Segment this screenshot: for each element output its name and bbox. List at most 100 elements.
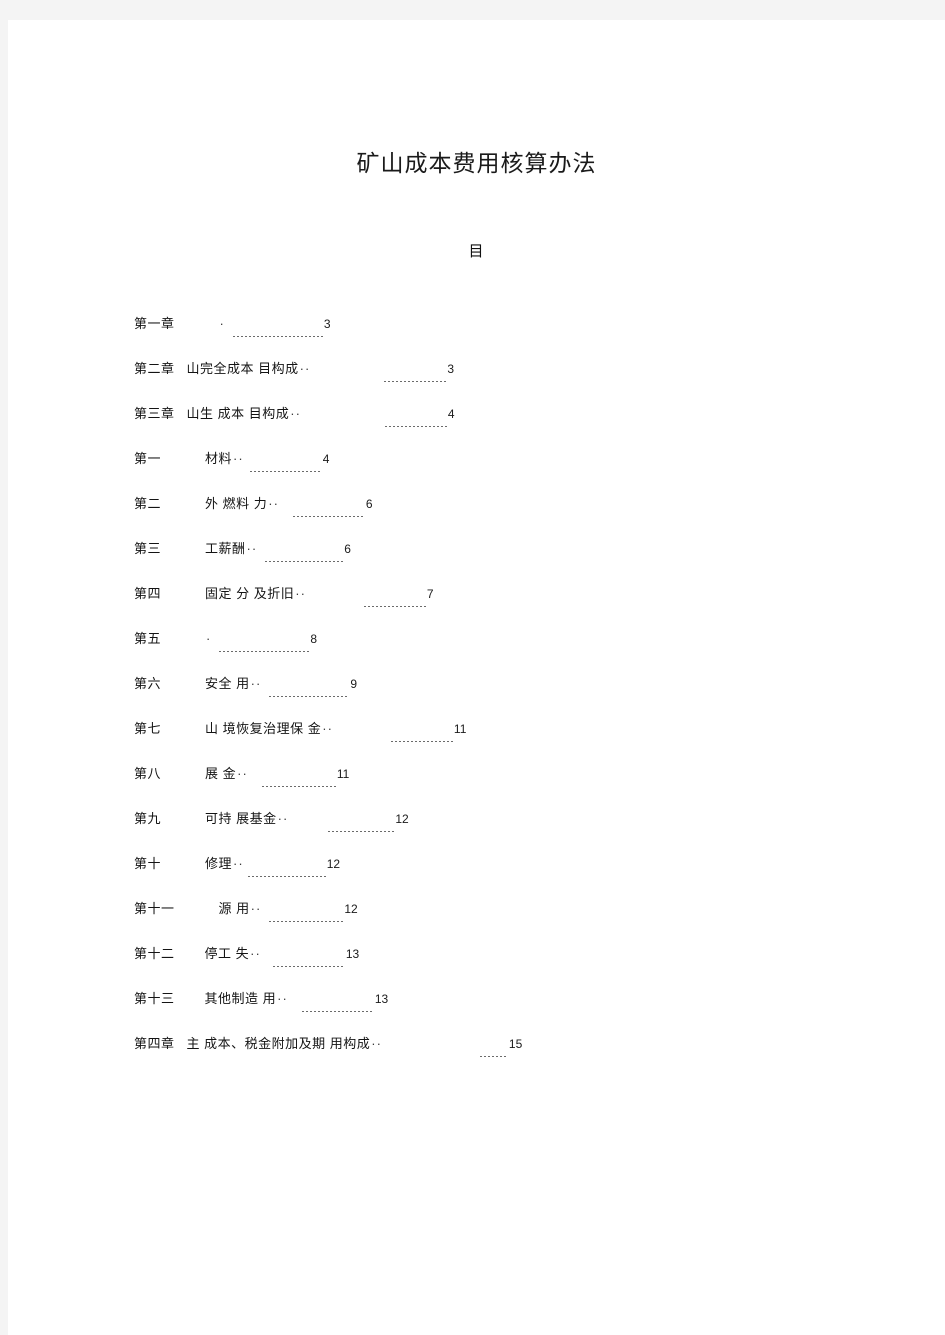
toc-entry[interactable]: 第六 安全 用 ·· 9 [8, 673, 945, 718]
toc-entry[interactable]: 第十一 源 用 ·· 12 [8, 898, 945, 943]
toc-entry-ellipsis: ·· [322, 721, 333, 736]
toc-entry-label: 第十一 [134, 901, 175, 916]
toc-entry-dot-leader [328, 831, 395, 832]
toc-entry[interactable]: 第五 · 8 [8, 628, 945, 673]
toc-entry-ellipsis: · [219, 316, 225, 331]
toc-entry-label: 第四章 [134, 1036, 175, 1051]
toc-entry-page-number: 4 [322, 452, 330, 466]
toc-entry[interactable]: 第二章 山完全成本 目构成 ·· 3 [8, 358, 945, 403]
toc-entry-dot-leader [269, 921, 344, 922]
toc-entry-title: 源 用 [218, 901, 250, 916]
toc-entry-ellipsis: ·· [295, 586, 306, 601]
toc-entry-dot-leader [249, 471, 322, 472]
toc-entry-dot-leader [479, 1056, 508, 1057]
toc-entry-dot-leader [384, 381, 447, 382]
toc-entry-ellipsis: ·· [250, 676, 262, 691]
toc-entry-dot-leader [301, 1011, 374, 1012]
toc-entry[interactable]: 第十 修理 ·· 12 [8, 853, 945, 898]
toc-entry-label: 第十 [134, 856, 162, 871]
toc-entry-label: 第十三 [134, 991, 175, 1006]
toc-entry-page-number: 13 [345, 947, 360, 961]
toc-entry-label: 第一 [134, 451, 162, 466]
toc-entry-ellipsis: ·· [290, 406, 301, 421]
toc-entry-dot-leader [247, 876, 326, 877]
toc-entry-ellipsis: ·· [250, 901, 262, 916]
toc-entry-page-number: 6 [344, 542, 351, 556]
toc-entry-label: 第七 [134, 721, 162, 736]
toc-entry-dot-leader [265, 561, 344, 562]
toc-entry[interactable]: 第八 展 金 ·· 11 [8, 763, 945, 808]
toc-entry-ellipsis: ·· [250, 946, 261, 961]
toc-entry-page-number: 8 [310, 632, 318, 646]
toc-entry-dot-leader [272, 966, 345, 967]
toc-entry-page-number: 12 [344, 902, 358, 916]
toc-entry-title: 其他制造 用 [204, 991, 277, 1006]
toc-entry-title: 主 成本、税金附加及期 用构成 [186, 1036, 371, 1051]
toc-entry-label: 第三 [134, 541, 162, 556]
toc-entry-page-number: 6 [365, 497, 373, 511]
toc-entry-dot-leader [219, 651, 310, 652]
toc-entry[interactable]: 第二 外 燃料 力 ·· 6 [8, 493, 945, 538]
toc-entry[interactable]: 第四章主 成本、税金附加及期 用构成 ·· 15 [8, 1033, 945, 1078]
toc-entry-title: 停工 失 [204, 946, 250, 961]
toc-entry-page-number: 15 [508, 1037, 523, 1051]
toc-entry-ellipsis: ·· [233, 451, 244, 466]
toc-entry-label: 第三章 [134, 406, 175, 421]
toc-entry-title: 外 燃料 力 [205, 496, 268, 511]
toc-entry-title: 修理 [205, 856, 233, 871]
toc-entry-dot-leader [390, 741, 453, 742]
toc-entry[interactable]: 第三 工薪酬 ·· 6 [8, 538, 945, 583]
toc-entry-dot-leader [292, 516, 365, 517]
toc-entry-title: 安全 用 [205, 676, 250, 691]
toc-entry-ellipsis: ·· [233, 856, 244, 871]
toc-entry-label: 第四 [134, 586, 162, 601]
toc-entry-dot-leader [261, 786, 336, 787]
toc-entry-title: 山生 成本 目构成 [186, 406, 290, 421]
document-title: 矿山成本费用核算办法 [356, 151, 597, 176]
toc-entry-page-number: 12 [395, 812, 409, 826]
toc-entry[interactable]: 第十二 停工 失 ·· 13 [8, 943, 945, 988]
toc-entry-label: 第二 [134, 496, 162, 511]
toc-entry-ellipsis: · [206, 631, 212, 646]
toc-entry-label: 第八 [134, 766, 162, 781]
toc-entry-label: 第十二 [134, 946, 175, 961]
toc-entry[interactable]: 第一 材料 ·· 4 [8, 448, 945, 493]
toc-entry-page-number: 3 [447, 362, 454, 376]
toc-entry[interactable]: 第一章 · 3 [8, 313, 945, 358]
toc-entry-title: 固定 分 及折旧 [205, 586, 295, 601]
toc-entry-page-number: 9 [350, 677, 357, 691]
toc-entry-title: 展 金 [205, 766, 237, 781]
table-of-contents: 第一章 · 3 第二章 山完全成本 目构成 ·· 3 第三章 山生 成本 目构成 ·· 4 第一 材料 ·… [8, 261, 945, 1078]
toc-entry-label: 第五 [134, 631, 162, 646]
toc-entry-ellipsis: ·· [371, 1036, 382, 1051]
toc-entry-page-number: 4 [447, 407, 455, 421]
toc-entry-label: 第九 [134, 811, 162, 826]
toc-entry[interactable]: 第九 可持 展基金 ·· 12 [8, 808, 945, 853]
toc-entry-label: 第一章 [134, 316, 175, 331]
toc-entry[interactable]: 第四 固定 分 及折旧 ·· 7 [8, 583, 945, 628]
toc-entry-dot-leader [269, 696, 350, 697]
toc-entry-page-number: 3 [323, 317, 331, 331]
toc-entry-ellipsis: ·· [268, 496, 279, 511]
toc-entry-ellipsis: ·· [277, 811, 289, 826]
toc-entry-title: 山完全成本 目构成 [186, 361, 299, 376]
toc-entry-label: 第二章 [134, 361, 175, 376]
toc-entry-title: 可持 展基金 [205, 811, 277, 826]
toc-heading: 目 [468, 243, 485, 260]
toc-entry-page-number: 11 [336, 767, 350, 781]
toc-entry-page-number: 13 [374, 992, 389, 1006]
toc-entry-page-number: 11 [453, 722, 467, 736]
toc-entry-ellipsis: ·· [299, 361, 311, 376]
toc-entry[interactable]: 第三章 山生 成本 目构成 ·· 4 [8, 403, 945, 448]
toc-entry[interactable]: 第十三 其他制造 用 ·· 13 [8, 988, 945, 1033]
toc-entry-page-number: 12 [326, 857, 341, 871]
toc-entry-title: 山 境恢复治理保 金 [205, 721, 322, 736]
toc-entry-ellipsis: ·· [277, 991, 288, 1006]
toc-entry[interactable]: 第七 山 境恢复治理保 金 ·· 11 [8, 718, 945, 763]
toc-entry-label: 第六 [134, 676, 162, 691]
document-page: 矿山成本费用核算办法 目 第一章 · 3 第二章 山完全成本 目构成 ·· 3 第三章 山生 成… [8, 20, 945, 1335]
toc-entry-title: 材料 [205, 451, 233, 466]
toc-entry-dot-leader [384, 426, 447, 427]
toc-entry-page-number: 7 [426, 587, 434, 601]
toc-entry-ellipsis: ·· [237, 766, 248, 781]
